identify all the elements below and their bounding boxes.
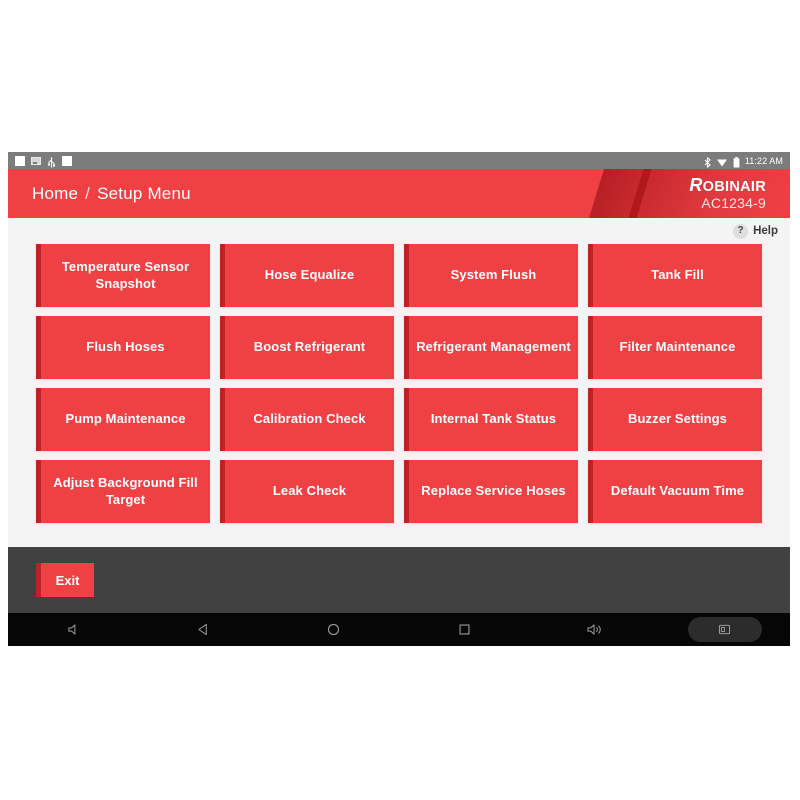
question-mark-icon: ? [733, 223, 749, 239]
breadcrumb: Home / Setup Menu [8, 184, 191, 204]
setup-menu-tile[interactable]: Internal Tank Status [404, 388, 578, 451]
help-button[interactable]: ? Help [733, 223, 778, 239]
white-square-icon [15, 155, 25, 166]
breadcrumb-home[interactable]: Home [32, 184, 78, 204]
usb-icon [47, 155, 56, 168]
sd-card-icon [31, 156, 41, 165]
device-model-label: AC1234-9 [701, 194, 766, 211]
bluetooth-icon [704, 155, 711, 168]
setup-menu-tile[interactable]: Calibration Check [220, 388, 394, 451]
back-button[interactable] [138, 613, 268, 646]
home-button[interactable] [269, 613, 399, 646]
volume-down-button[interactable] [8, 613, 138, 646]
breadcrumb-current-page: Setup Menu [97, 183, 191, 203]
screenshot-button[interactable] [660, 613, 790, 646]
app-header: Home / Setup Menu R OBINAIR AC1234-9 [8, 169, 790, 218]
screenshot-pill[interactable] [687, 617, 762, 642]
setup-menu-tile[interactable]: Filter Maintenance [588, 316, 762, 379]
setup-menu-tile[interactable]: Pump Maintenance [36, 388, 210, 451]
setup-menu-tile[interactable]: Leak Check [220, 460, 394, 523]
setup-menu-tile[interactable]: Flush Hoses [36, 316, 210, 379]
setup-menu-tile[interactable]: Replace Service Hoses [404, 460, 578, 523]
brand-logo: R OBINAIR AC1234-9 [689, 169, 766, 218]
volume-down-icon [66, 623, 81, 636]
android-status-bar: 11:22 AM [8, 152, 790, 169]
recents-icon [458, 623, 471, 636]
footer-bar: Exit [8, 547, 790, 613]
main-content: ? Help Temperature Sensor Snapshot Hose E… [8, 218, 790, 547]
setup-menu-tile[interactable]: Refrigerant Management [404, 316, 578, 379]
status-bar-left-icons [15, 155, 72, 168]
volume-up-icon [586, 623, 603, 636]
brand-rest: OBINAIR [702, 179, 766, 196]
battery-icon [733, 155, 740, 168]
screenshot-icon [718, 623, 731, 636]
white-square-icon [62, 155, 72, 166]
home-icon [327, 623, 340, 636]
breadcrumb-separator: / [85, 183, 91, 203]
setup-menu-tile[interactable]: System Flush [404, 244, 578, 307]
setup-menu-tile[interactable]: Default Vacuum Time [588, 460, 762, 523]
android-navigation-bar [8, 613, 790, 646]
brand-initial: R [689, 175, 703, 196]
setup-menu-tile[interactable]: Buzzer Settings [588, 388, 762, 451]
setup-menu-grid: Temperature Sensor Snapshot Hose Equalize… [8, 244, 790, 523]
help-label: Help [753, 225, 778, 237]
status-bar-right-icons: 11:22 AM [704, 155, 783, 168]
setup-menu-tile[interactable]: Tank Fill [588, 244, 762, 307]
status-bar-clock: 11:22 AM [744, 155, 783, 166]
exit-button[interactable]: Exit [36, 563, 94, 597]
volume-up-button[interactable] [529, 613, 659, 646]
back-icon [197, 623, 210, 636]
setup-menu-tile[interactable]: Adjust Background Fill Target [36, 460, 210, 523]
tablet-device-screen: 11:22 AM Home / Setup Menu R OBINAIR AC12… [8, 152, 790, 646]
brand-name: R OBINAIR [689, 176, 766, 195]
setup-menu-tile[interactable]: Boost Refrigerant [220, 316, 394, 379]
setup-menu-tile[interactable]: Temperature Sensor Snapshot [36, 244, 210, 307]
help-row: ? Help [8, 218, 790, 244]
wifi-icon [716, 155, 728, 167]
recents-button[interactable] [399, 613, 529, 646]
setup-menu-tile[interactable]: Hose Equalize [220, 244, 394, 307]
